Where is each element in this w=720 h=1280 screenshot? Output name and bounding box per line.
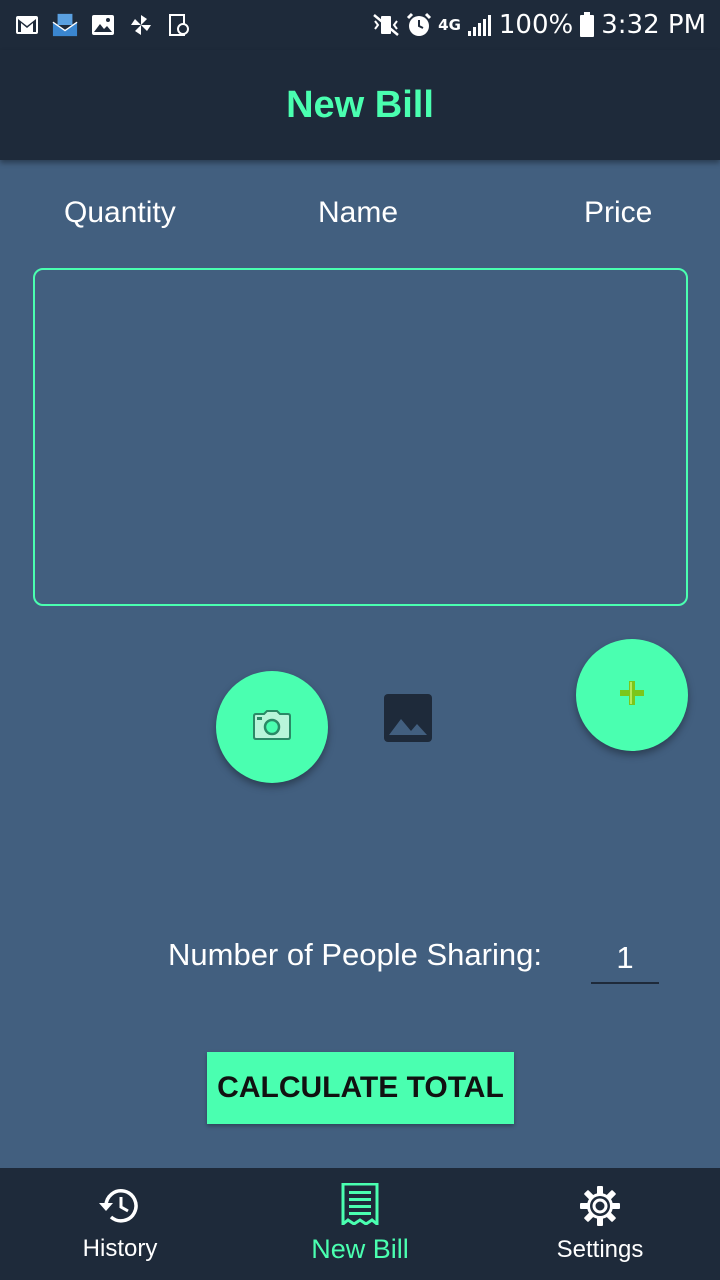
people-sharing-label: Number of People Sharing: — [168, 937, 542, 972]
network-type-icon: 4G — [438, 16, 461, 34]
people-sharing-input[interactable]: 1 — [591, 936, 659, 984]
image-icon — [383, 693, 433, 748]
column-header-name: Name — [318, 196, 399, 229]
add-item-button[interactable] — [576, 639, 688, 751]
column-header-quantity: Quantity — [64, 196, 176, 229]
calculate-total-button[interactable]: CALCULATE TOTAL — [207, 1052, 514, 1124]
column-header-price: Price — [584, 196, 653, 229]
app-bar: New Bill — [0, 50, 720, 160]
vibrate-mute-icon — [372, 13, 400, 37]
nav-label-new-bill: New Bill — [311, 1234, 409, 1264]
column-headers: Quantity Name Price — [0, 196, 720, 236]
nav-label-settings: Settings — [556, 1235, 644, 1263]
pinwheel-icon — [128, 12, 154, 38]
nav-item-new-bill[interactable]: New Bill — [240, 1168, 480, 1280]
camera-icon — [253, 709, 291, 745]
nav-item-settings[interactable]: Settings — [480, 1168, 720, 1280]
nav-label-history: History — [82, 1234, 158, 1262]
gallery-notification-icon — [90, 12, 116, 38]
bill-items-list[interactable] — [33, 268, 688, 606]
history-icon — [98, 1186, 142, 1231]
page-title: New Bill — [286, 83, 434, 126]
gear-icon — [579, 1185, 621, 1232]
nav-item-history[interactable]: History — [0, 1168, 240, 1280]
alarm-icon — [406, 12, 432, 38]
plus-icon — [617, 678, 647, 713]
signal-icon — [467, 13, 493, 37]
battery-percent: 100% — [498, 10, 574, 40]
receipt-icon — [340, 1182, 380, 1230]
battery-icon — [579, 12, 595, 38]
gallery-button[interactable] — [382, 693, 434, 748]
mail-icon — [52, 12, 78, 38]
notification-icons — [14, 12, 192, 38]
clock: 3:32 PM — [601, 10, 706, 40]
gmail-icon — [14, 12, 40, 38]
camera-button[interactable] — [216, 671, 328, 783]
bottom-navigation: History New Bill Settings — [0, 1168, 720, 1280]
status-bar: 4G 100% 3:32 PM — [0, 0, 720, 50]
system-icons: 4G 100% 3:32 PM — [372, 10, 706, 40]
sync-icon — [166, 12, 192, 38]
